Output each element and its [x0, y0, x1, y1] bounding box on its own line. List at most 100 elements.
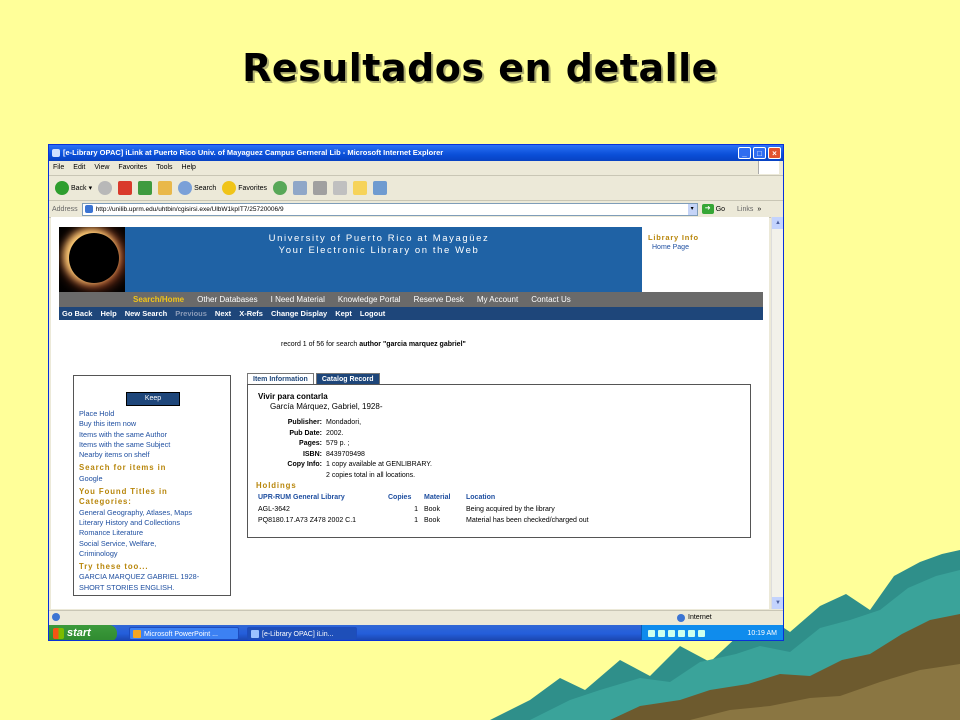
kept-link[interactable]: Kept — [335, 309, 352, 318]
home-page-link[interactable]: Home Page — [652, 244, 689, 251]
scroll-down-button[interactable]: ▼ — [772, 597, 783, 609]
messenger-button[interactable] — [373, 181, 388, 195]
back-arrow-icon — [55, 181, 69, 195]
pub-date-label: Pub Date: — [289, 429, 322, 437]
chevron-right-icon: » — [757, 205, 762, 213]
help-link[interactable]: Help — [100, 309, 116, 318]
category-link[interactable]: Romance Literature — [79, 528, 199, 538]
nav-knowledge-portal[interactable]: Knowledge Portal — [338, 295, 401, 304]
copy-info-label: Copy Info: — [287, 461, 322, 468]
site-header: University of Puerto Rico at Mayagüez Yo… — [59, 227, 763, 292]
menu-edit[interactable]: Edit — [73, 161, 85, 175]
vertical-scrollbar[interactable]: ▲ ▼ — [771, 217, 783, 609]
tray-icon[interactable] — [698, 630, 705, 637]
publisher-value: Mondadori, — [326, 419, 362, 426]
copy-info-total: 2 copies total in all locations. — [326, 471, 416, 479]
holdings-heading: Holdings — [256, 481, 297, 490]
same-subject-link[interactable]: Items with the same Subject — [79, 440, 199, 450]
nav-other-databases[interactable]: Other Databases — [197, 295, 257, 304]
minimize-button[interactable]: _ — [738, 147, 751, 159]
library-info-title: Library Info — [648, 233, 699, 242]
globe-icon — [677, 614, 685, 622]
try-link[interactable]: SHORT STORIES ENGLISH. — [79, 583, 199, 593]
go-button[interactable]: ➜ Go — [701, 204, 725, 214]
change-display-link[interactable]: Change Display — [271, 309, 327, 318]
go-back-link[interactable]: Go Back — [62, 309, 92, 318]
mail-button[interactable] — [293, 181, 308, 195]
menu-view[interactable]: View — [94, 161, 109, 175]
menu-bar: File Edit View Favorites Tools Help — [49, 161, 783, 176]
x-refs-link[interactable]: X-Refs — [239, 309, 263, 318]
library-info-box: Library Info Home Page — [642, 227, 763, 292]
google-link[interactable]: Google — [79, 474, 199, 484]
search-items-heading: Search for items in — [79, 463, 167, 473]
nav-search-home[interactable]: Search/Home — [133, 295, 184, 304]
menu-file[interactable]: File — [53, 161, 64, 175]
taskbar: start Microsoft PowerPoint ... [e-Librar… — [49, 625, 783, 640]
history-button[interactable] — [273, 181, 288, 195]
site-subtitle: Your Electronic Library on the Web — [278, 245, 480, 256]
next-link[interactable]: Next — [215, 309, 231, 318]
previous-link: Previous — [175, 309, 207, 318]
address-label: Address — [52, 205, 78, 213]
primary-nav: Search/Home Other Databases I Need Mater… — [59, 292, 763, 307]
place-hold-link[interactable]: Place Hold — [79, 409, 199, 419]
taskbar-item-ie[interactable]: [e-Library OPAC] iLin... — [247, 627, 357, 640]
category-link[interactable]: Criminology — [79, 549, 199, 559]
zone-label: Internet — [688, 614, 712, 621]
tray-icon[interactable] — [668, 630, 675, 637]
table-row: PQ8180.17.A73 Z478 2002 C.1 1 Book Mater… — [258, 517, 589, 525]
buy-item-link[interactable]: Buy this item now — [79, 419, 199, 429]
item-author: García Márquez, Gabriel, 1928- — [270, 402, 383, 411]
slide-title: Resultados en detalle — [242, 46, 718, 90]
category-link[interactable]: Social Service, Welfare, — [79, 539, 199, 549]
favorites-button[interactable]: Favorites — [222, 181, 267, 195]
tray-icon[interactable] — [648, 630, 655, 637]
close-button[interactable]: × — [768, 147, 781, 159]
print-button[interactable] — [313, 181, 328, 195]
category-link[interactable]: Literary History and Collections — [79, 518, 199, 528]
address-dropdown[interactable]: ▾ — [687, 203, 697, 215]
nav-i-need-material[interactable]: I Need Material — [271, 295, 325, 304]
folder-button[interactable] — [353, 181, 368, 195]
edit-button[interactable] — [333, 181, 348, 195]
menu-favorites[interactable]: Favorites — [118, 161, 147, 175]
tray-icon[interactable] — [658, 630, 665, 637]
back-button[interactable]: Back ▾ — [55, 181, 92, 195]
nav-contact-us[interactable]: Contact Us — [531, 295, 571, 304]
nearby-items-link[interactable]: Nearby items on shelf — [79, 450, 199, 460]
sidebar-panel: Keep Place Hold Buy this item now Items … — [73, 375, 231, 596]
address-bar: Address http://unilib.uprm.edu/uhtbin/cg… — [49, 201, 783, 218]
eclipse-logo — [59, 227, 125, 292]
nav-my-account[interactable]: My Account — [477, 295, 518, 304]
maximize-button[interactable]: □ — [753, 147, 766, 159]
address-input[interactable]: http://unilib.uprm.edu/uhtbin/cgisirsi.e… — [81, 202, 698, 216]
scroll-up-button[interactable]: ▲ — [772, 217, 783, 229]
refresh-button[interactable] — [138, 181, 153, 195]
col-library: UPR-RUM General Library — [258, 494, 345, 502]
windows-flag-icon — [53, 628, 64, 639]
status-bar: Internet — [49, 610, 783, 625]
clock: 10:19 AM — [747, 630, 777, 637]
tray-icon[interactable] — [688, 630, 695, 637]
stop-button[interactable] — [118, 181, 133, 195]
start-button[interactable]: start — [49, 625, 117, 640]
category-link[interactable]: General Geography, Atlases, Maps — [79, 508, 199, 518]
keep-button[interactable]: Keep — [126, 392, 180, 406]
forward-button[interactable] — [98, 181, 113, 195]
menu-tools[interactable]: Tools — [156, 161, 172, 175]
taskbar-item-powerpoint[interactable]: Microsoft PowerPoint ... — [129, 627, 239, 640]
browser-window: [e-Library OPAC] iLink at Puerto Rico Un… — [48, 144, 784, 641]
holdings-header-row: UPR-RUM General Library Copies Material … — [258, 492, 666, 504]
links-button[interactable]: Links — [737, 206, 753, 213]
menu-help[interactable]: Help — [182, 161, 196, 175]
tray-icon[interactable] — [678, 630, 685, 637]
star-icon — [222, 181, 237, 195]
home-button[interactable] — [158, 181, 173, 195]
search-button[interactable]: Search — [178, 181, 216, 195]
new-search-link[interactable]: New Search — [125, 309, 168, 318]
logout-link[interactable]: Logout — [360, 309, 385, 318]
try-link[interactable]: GARCIA MARQUEZ GABRIEL 1928- — [79, 572, 199, 582]
nav-reserve-desk[interactable]: Reserve Desk — [414, 295, 464, 304]
same-author-link[interactable]: Items with the same Author — [79, 430, 199, 440]
